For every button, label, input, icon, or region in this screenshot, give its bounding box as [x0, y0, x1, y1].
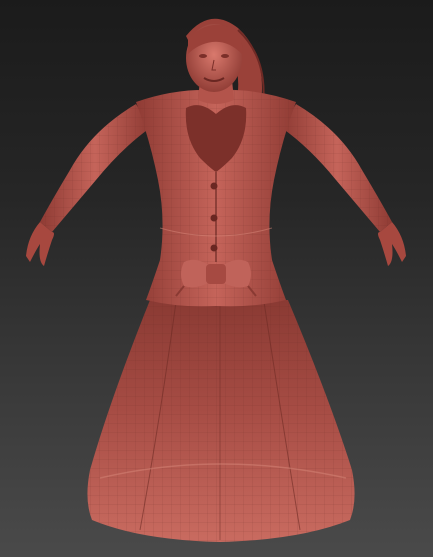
arm-left — [40, 104, 150, 232]
sculpt-model-woman-dress[interactable] — [0, 0, 433, 557]
head-icon — [186, 24, 243, 92]
arm-right — [282, 104, 392, 232]
zbrush-3d-viewport[interactable] — [0, 0, 433, 557]
skirt-icon — [87, 300, 355, 542]
